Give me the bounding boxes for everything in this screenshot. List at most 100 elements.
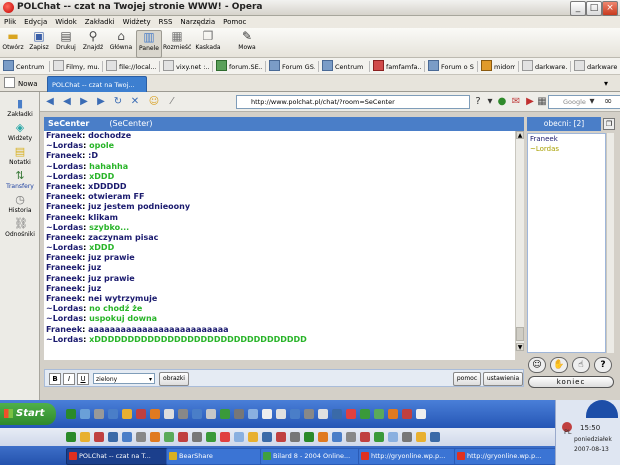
- quicklaunch-icon[interactable]: [220, 409, 230, 419]
- task-button[interactable]: BearShare: [166, 448, 270, 465]
- message-nick[interactable]: ~Lordas: [46, 223, 83, 232]
- menu-widzety[interactable]: Widżety: [123, 18, 151, 26]
- quicklaunch-icon[interactable]: [206, 409, 216, 419]
- chat-scrollbar[interactable]: ▲ ▼: [515, 131, 524, 351]
- quicklaunch-icon[interactable]: [388, 409, 398, 419]
- bookmark-item[interactable]: darkware...: [574, 60, 618, 73]
- bookmark-item[interactable]: darkware...: [522, 60, 568, 73]
- quicklaunch-icon[interactable]: [150, 432, 160, 442]
- quicklaunch-icon[interactable]: [248, 432, 258, 442]
- quicklaunch-icon[interactable]: [206, 432, 216, 442]
- search-dropdown-icon[interactable]: ▾: [586, 96, 598, 108]
- task-button[interactable]: POLChat -- czat na T...: [66, 448, 176, 465]
- sidebar-item-bookmarks[interactable]: ▮ Zakładki: [2, 98, 38, 119]
- quicklaunch-icon[interactable]: [80, 409, 90, 419]
- quicklaunch-icon[interactable]: [234, 409, 244, 419]
- quicklaunch-icon[interactable]: [192, 432, 202, 442]
- message-nick[interactable]: Franeek: [46, 151, 82, 160]
- bookmark-item[interactable]: Filmy, mu...: [53, 60, 99, 73]
- images-button[interactable]: obrazki: [159, 372, 189, 386]
- message-nick[interactable]: ~Lordas: [46, 335, 83, 344]
- sidebar-item-history[interactable]: ◷ Historia: [2, 194, 38, 215]
- quicklaunch-icon[interactable]: [108, 409, 118, 419]
- quicklaunch-icon[interactable]: [80, 432, 90, 442]
- lang-indicator[interactable]: PL: [564, 428, 572, 436]
- message-nick[interactable]: Franeek: [46, 263, 82, 272]
- underline-button[interactable]: U: [77, 373, 89, 385]
- bookmark-item[interactable]: Centrum ...: [322, 60, 366, 73]
- message-nick[interactable]: Franeek: [46, 202, 82, 211]
- quicklaunch-icon[interactable]: [374, 432, 384, 442]
- maximize-button[interactable]: □: [586, 1, 602, 16]
- message-nick[interactable]: ~Lordas: [46, 304, 83, 313]
- quicklaunch-icon[interactable]: [178, 409, 188, 419]
- message-nick[interactable]: ~Lordas: [46, 162, 83, 171]
- quicklaunch-icon[interactable]: [276, 432, 286, 442]
- quicklaunch-icon[interactable]: [248, 409, 258, 419]
- help-question-icon[interactable]: ?: [594, 357, 612, 373]
- quicklaunch-icon[interactable]: [94, 432, 104, 442]
- tab-polchat[interactable]: POLChat -- czat na Twoj...: [47, 76, 147, 92]
- sidebar-item-transfers[interactable]: ⇅ Transfery: [2, 170, 38, 191]
- quicklaunch-icon[interactable]: [388, 432, 398, 442]
- quicklaunch-icon[interactable]: [192, 409, 202, 419]
- rewind-icon[interactable]: ◀: [61, 96, 73, 108]
- message-nick[interactable]: Franeek: [46, 233, 82, 242]
- sidebar-item-widgets[interactable]: ◈ Widżety: [2, 122, 38, 143]
- quicklaunch-icon[interactable]: [374, 409, 384, 419]
- quicklaunch-icon[interactable]: [220, 432, 230, 442]
- bold-button[interactable]: B: [49, 373, 61, 385]
- menu-edycja[interactable]: Edycja: [24, 18, 47, 26]
- task-button[interactable]: http://gryonline.wp.p...: [358, 448, 464, 465]
- menu-widok[interactable]: Widok: [55, 18, 77, 26]
- binoculars-icon[interactable]: ∞: [602, 96, 614, 108]
- quicklaunch-icon[interactable]: [66, 432, 76, 442]
- message-nick[interactable]: Franeek: [46, 213, 82, 222]
- message-nick[interactable]: Franeek: [46, 294, 82, 303]
- scroll-down-icon[interactable]: ▼: [516, 343, 524, 351]
- minimize-button[interactable]: _: [570, 1, 586, 16]
- userlist-scrollbar[interactable]: [606, 133, 614, 353]
- quicklaunch-icon[interactable]: [234, 432, 244, 442]
- new-tab-button[interactable]: Nowa: [4, 77, 40, 91]
- end-button[interactable]: koniec: [528, 376, 614, 388]
- forward-icon[interactable]: ▶: [78, 96, 90, 108]
- tile-button[interactable]: ▦ Rozmieść: [163, 30, 191, 56]
- quicklaunch-icon[interactable]: [416, 432, 426, 442]
- quicklaunch-icon[interactable]: [360, 409, 370, 419]
- settings-button[interactable]: ustawienia: [483, 372, 523, 386]
- quicklaunch-icon[interactable]: [290, 432, 300, 442]
- quicklaunch-icon[interactable]: [318, 432, 328, 442]
- help-button[interactable]: pomoc: [453, 372, 481, 386]
- quicklaunch-icon[interactable]: [94, 409, 104, 419]
- message-nick[interactable]: Franeek: [46, 284, 82, 293]
- menu-zakladki[interactable]: Zakładki: [85, 18, 115, 26]
- go-icon[interactable]: ●: [496, 96, 508, 108]
- task-button[interactable]: Bilard 8 - 2004 Online...: [260, 448, 368, 465]
- message-nick[interactable]: Franeek: [46, 192, 82, 201]
- quicklaunch-icon[interactable]: [332, 432, 342, 442]
- message-nick[interactable]: ~Lordas: [46, 141, 83, 150]
- italic-button[interactable]: I: [63, 373, 75, 385]
- address-input[interactable]: http://www.polchat.pl/chat/?room=SeCente…: [236, 95, 470, 109]
- quicklaunch-icon[interactable]: [402, 409, 412, 419]
- menu-narzedzia[interactable]: Narzędzia: [180, 18, 215, 26]
- message-nick[interactable]: Franeek: [46, 131, 82, 140]
- quicklaunch-icon[interactable]: [416, 409, 426, 419]
- sidebar-item-links[interactable]: ⛓ Odnośniki: [2, 218, 38, 239]
- reload-icon[interactable]: ↻: [112, 96, 124, 108]
- quicklaunch-icon[interactable]: [108, 432, 118, 442]
- quicklaunch-icon[interactable]: [430, 432, 440, 442]
- quicklaunch-icon[interactable]: [136, 432, 146, 442]
- menu-rss[interactable]: RSS: [159, 18, 173, 26]
- quicklaunch-icon[interactable]: [304, 432, 314, 442]
- quicklaunch-icon[interactable]: [318, 409, 328, 419]
- start-button[interactable]: Start: [0, 403, 56, 425]
- panel-restore-icon[interactable]: ❐: [603, 118, 615, 130]
- panels-button[interactable]: ▥ Panele: [136, 30, 162, 58]
- quicklaunch-icon[interactable]: [290, 409, 300, 419]
- edit-icon[interactable]: ⁄: [166, 96, 178, 108]
- tab-menu-icon[interactable]: ▾: [600, 78, 612, 89]
- quicklaunch-icon[interactable]: [164, 409, 174, 419]
- message-nick[interactable]: Franeek: [46, 325, 82, 334]
